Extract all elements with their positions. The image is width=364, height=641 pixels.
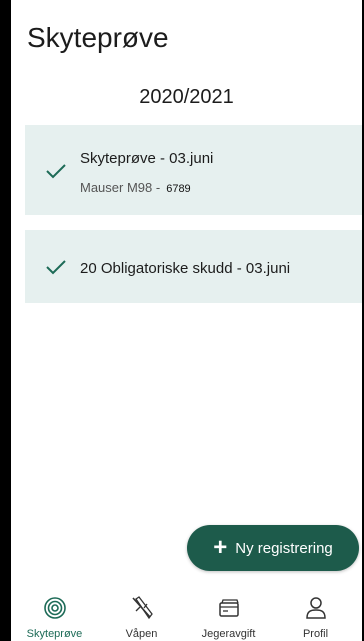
bottom-navigation: Skyteprøve Våpen Jegeravgift Profil [11, 589, 362, 641]
rifle-icon [131, 596, 153, 620]
record-weapon: Mauser M98 - 6789 [80, 180, 191, 195]
weapon-name: Mauser M98 - [80, 180, 161, 195]
nav-label: Våpen [125, 628, 158, 640]
app-screen: Skyteprøve 2020/2021 Skyteprøve - 03.jun… [11, 0, 362, 641]
card-icon [218, 599, 239, 617]
record-card-mandatory-shots[interactable]: 20 Obligatoriske skudd - 03.juni [25, 230, 362, 303]
record-title: Skyteprøve - 03.juni [80, 150, 214, 167]
plus-icon: + [213, 534, 228, 561]
record-card-shooting-test[interactable]: Skyteprøve - 03.juni Mauser M98 - 6789 [25, 125, 362, 215]
nav-label: Profil [302, 628, 329, 640]
check-icon [46, 164, 66, 179]
nav-item-jegeravgift[interactable]: Jegeravgift [185, 589, 272, 641]
record-title: 20 Obligatoriske skudd - 03.juni [80, 260, 291, 277]
check-icon [46, 260, 66, 275]
nav-item-vapen[interactable]: Våpen [98, 589, 185, 641]
new-registration-button[interactable]: + Ny registrering [187, 525, 359, 571]
season-label: 2020/2021 [139, 86, 234, 108]
weapon-serial: 6789 [166, 183, 191, 195]
new-registration-label: Ny registrering [235, 539, 333, 557]
page-title: Skyteprøve [27, 22, 169, 53]
person-icon [305, 597, 326, 619]
nav-item-skyteprove[interactable]: Skyteprøve [11, 589, 98, 641]
target-icon [43, 597, 66, 619]
nav-label: Jegeravgift [201, 628, 256, 640]
nav-label: Skyteprøve [26, 628, 83, 640]
nav-item-profil[interactable]: Profil [272, 589, 359, 641]
